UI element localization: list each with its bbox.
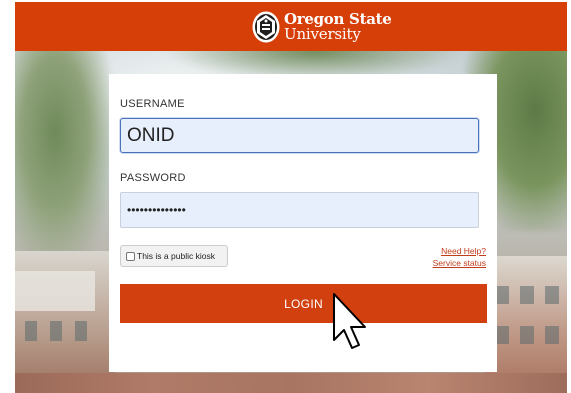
bg-window bbox=[25, 321, 37, 341]
bg-window bbox=[545, 326, 559, 344]
bg-ground bbox=[15, 373, 567, 393]
login-button[interactable]: LOGIN bbox=[120, 284, 487, 323]
page: Oregon State University USERNAME PASSWOR… bbox=[0, 0, 571, 393]
osu-seal-icon bbox=[252, 11, 280, 43]
logo-wordmark: Oregon State University bbox=[284, 12, 392, 42]
bg-building-left-roof bbox=[15, 271, 95, 311]
public-kiosk-option[interactable]: This is a public kiosk bbox=[120, 245, 228, 267]
login-panel: USERNAME PASSWORD This is a public kiosk… bbox=[109, 74, 497, 372]
logo-line-university: University bbox=[284, 25, 361, 43]
bg-window bbox=[520, 286, 534, 304]
password-label: PASSWORD bbox=[120, 172, 186, 184]
bg-window bbox=[520, 326, 534, 344]
header-bar: Oregon State University bbox=[15, 2, 567, 51]
bg-tree-left bbox=[15, 51, 115, 271]
service-status-link[interactable]: Service status bbox=[433, 257, 486, 269]
bg-window bbox=[50, 321, 62, 341]
bg-window bbox=[495, 326, 509, 344]
public-kiosk-checkbox[interactable] bbox=[126, 251, 135, 261]
bg-window bbox=[545, 286, 559, 304]
bg-window bbox=[495, 286, 509, 304]
help-links: Need Help? Service status bbox=[433, 245, 486, 269]
username-label: USERNAME bbox=[120, 98, 185, 110]
osu-logo[interactable]: Oregon State University bbox=[251, 8, 392, 46]
bg-window bbox=[75, 321, 87, 341]
public-kiosk-label: This is a public kiosk bbox=[137, 251, 215, 261]
need-help-link[interactable]: Need Help? bbox=[433, 245, 486, 257]
password-input[interactable] bbox=[120, 192, 479, 228]
username-input[interactable] bbox=[120, 118, 479, 153]
